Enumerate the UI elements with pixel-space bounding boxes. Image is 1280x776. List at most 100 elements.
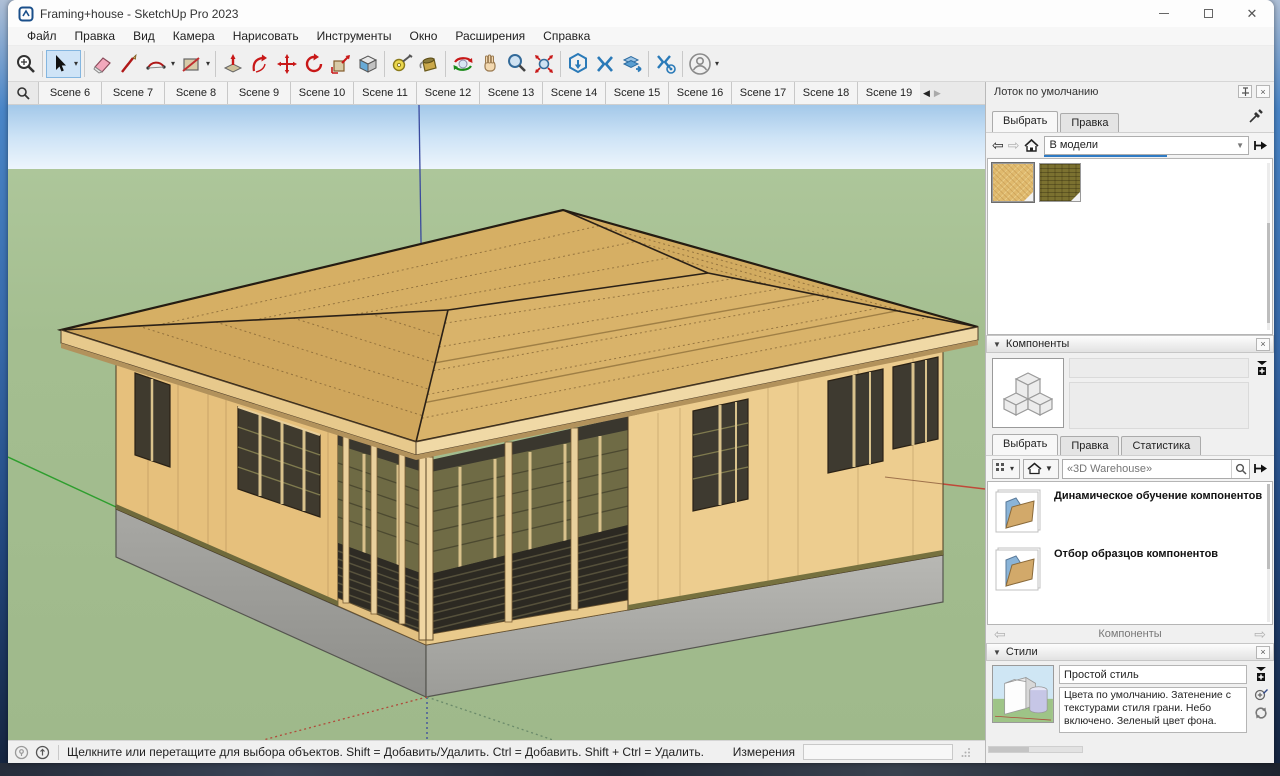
titlebar[interactable]: Framing+house - SketchUp Pro 2023 ✕ <box>8 0 1274 27</box>
tray-pin-icon[interactable] <box>1238 85 1252 98</box>
search-icon[interactable] <box>1231 460 1249 478</box>
menu-tools[interactable]: Инструменты <box>308 28 401 44</box>
flip-icon[interactable] <box>591 50 618 78</box>
details-arrow-icon[interactable] <box>1253 138 1268 153</box>
rectangle-tool-icon[interactable] <box>177 50 204 78</box>
materials-collection-dropdown[interactable]: В модели ▼ <box>1044 136 1249 155</box>
secondary-pane-icon[interactable] <box>1255 666 1267 682</box>
scene-tab[interactable]: Scene 15 <box>605 82 668 104</box>
scene-prev-icon[interactable]: ◀ <box>923 88 930 99</box>
resize-grip[interactable] <box>961 747 971 757</box>
collapse-triangle-icon[interactable]: ▼ <box>993 648 1001 657</box>
components-home-icon[interactable]: ▼ <box>1023 459 1059 479</box>
scene-tab[interactable]: Scene 14 <box>542 82 605 104</box>
menu-window[interactable]: Окно <box>400 28 446 44</box>
refresh-icon[interactable] <box>1254 706 1268 720</box>
components-tab-statistics[interactable]: Статистика <box>1121 436 1201 455</box>
scene-tab[interactable]: Scene 19 <box>857 82 920 104</box>
list-item[interactable]: Отбор образцов компонентов <box>994 546 1266 592</box>
solid-tools-icon[interactable] <box>618 50 645 78</box>
components-forward-icon[interactable]: ⇨ <box>1254 627 1266 641</box>
secondary-pane-icon[interactable] <box>1256 360 1268 376</box>
scale-tool-icon[interactable] <box>327 50 354 78</box>
move-tool-icon[interactable] <box>273 50 300 78</box>
follow-me-icon[interactable] <box>246 50 273 78</box>
push-pull-icon[interactable] <box>219 50 246 78</box>
styles-close-icon[interactable]: × <box>1256 646 1270 659</box>
components-close-icon[interactable]: × <box>1256 338 1270 351</box>
tray-horizontal-scrollbar[interactable] <box>988 746 1083 753</box>
collapse-triangle-icon[interactable]: ▼ <box>993 340 1001 349</box>
minimize-button[interactable] <box>1142 0 1186 27</box>
scene-tab[interactable]: Scene 9 <box>227 82 290 104</box>
scene-tab[interactable]: Scene 10 <box>290 82 353 104</box>
extension-warehouse-icon[interactable] <box>564 50 591 78</box>
scene-tab[interactable]: Scene 11 <box>353 82 416 104</box>
menu-file[interactable]: Файл <box>18 28 66 44</box>
menu-edit[interactable]: Правка <box>66 28 125 44</box>
tape-measure-icon[interactable] <box>388 50 415 78</box>
model-viewport[interactable] <box>8 105 985 740</box>
menu-view[interactable]: Вид <box>124 28 164 44</box>
eraser-icon[interactable] <box>88 50 115 78</box>
line-tool-icon[interactable] <box>115 50 142 78</box>
scene-tab[interactable]: Scene 6 <box>38 82 101 104</box>
components-search-box[interactable] <box>1062 459 1250 479</box>
scene-tab[interactable]: Scene 8 <box>164 82 227 104</box>
extension-manager-icon[interactable] <box>652 50 679 78</box>
rectangle-tool-caret[interactable]: ▾ <box>204 59 212 68</box>
list-item[interactable]: Динамическое обучение компонентов <box>994 488 1266 534</box>
tray-close-icon[interactable]: × <box>1256 85 1270 98</box>
components-back-icon[interactable]: ⇦ <box>994 627 1006 641</box>
tray-header[interactable]: Лоток по умолчанию × <box>986 82 1274 101</box>
material-swatch-dark-wood[interactable] <box>1039 163 1081 202</box>
menu-camera[interactable]: Камера <box>164 28 224 44</box>
scene-tab[interactable]: Scene 7 <box>101 82 164 104</box>
select-arrow-icon[interactable] <box>47 50 72 78</box>
measurements-input[interactable] <box>803 744 953 760</box>
components-details-arrow-icon[interactable] <box>1253 461 1268 476</box>
materials-scrollbar[interactable] <box>1267 163 1270 330</box>
pan-hand-icon[interactable] <box>476 50 503 78</box>
rotate-tool-icon[interactable] <box>300 50 327 78</box>
account-caret[interactable]: ▾ <box>713 59 721 68</box>
materials-tab-select[interactable]: Выбрать <box>992 111 1058 132</box>
scene-tab[interactable]: Scene 17 <box>731 82 794 104</box>
components-tab-select[interactable]: Выбрать <box>992 434 1058 455</box>
components-scrollbar[interactable] <box>1267 484 1270 622</box>
menu-draw[interactable]: Нарисовать <box>224 28 308 44</box>
components-tab-edit[interactable]: Правка <box>1060 436 1119 455</box>
scene-next-icon[interactable]: ▶ <box>934 88 941 99</box>
view-options-icon[interactable]: ▾ <box>992 459 1020 479</box>
select-tool-caret[interactable]: ▾ <box>72 59 80 68</box>
edit-style-icon[interactable] <box>1254 687 1268 701</box>
scene-tab[interactable]: Scene 12 <box>416 82 479 104</box>
components-search-input[interactable] <box>1063 463 1231 475</box>
style-description-field[interactable]: Цвета по умолчанию. Затенение с текстура… <box>1059 687 1247 733</box>
zoom-extents-icon[interactable] <box>530 50 557 78</box>
section-plane-icon[interactable] <box>354 50 381 78</box>
scene-tab[interactable]: Scene 16 <box>668 82 731 104</box>
close-button[interactable]: ✕ <box>1230 0 1274 27</box>
geolocation-icon[interactable] <box>14 745 29 760</box>
forward-arrow-icon[interactable]: ⇨ <box>1008 138 1020 152</box>
styles-panel-header[interactable]: ▼ Стили × <box>986 643 1274 661</box>
menu-help[interactable]: Справка <box>534 28 599 44</box>
select-tool-active[interactable]: ▾ <box>46 50 81 78</box>
scene-tab[interactable]: Scene 18 <box>794 82 857 104</box>
menu-extensions[interactable]: Расширения <box>446 28 534 44</box>
back-arrow-icon[interactable]: ⇦ <box>992 138 1004 152</box>
components-panel-header[interactable]: ▼ Компоненты × <box>986 335 1274 353</box>
arc-tool-icon[interactable] <box>142 50 169 78</box>
material-swatch-light-wood[interactable] <box>992 163 1034 202</box>
style-name-field[interactable]: Простой стиль <box>1059 665 1247 684</box>
help-info-icon[interactable] <box>35 745 50 760</box>
zoom-window-icon[interactable] <box>12 50 39 78</box>
materials-tab-edit[interactable]: Правка <box>1060 113 1119 132</box>
home-icon[interactable] <box>1023 138 1040 153</box>
paint-bucket-icon[interactable] <box>415 50 442 78</box>
arc-tool-caret[interactable]: ▾ <box>169 59 177 68</box>
scene-tab[interactable]: Scene 13 <box>479 82 542 104</box>
maximize-button[interactable] <box>1186 0 1230 27</box>
account-icon[interactable] <box>686 50 713 78</box>
